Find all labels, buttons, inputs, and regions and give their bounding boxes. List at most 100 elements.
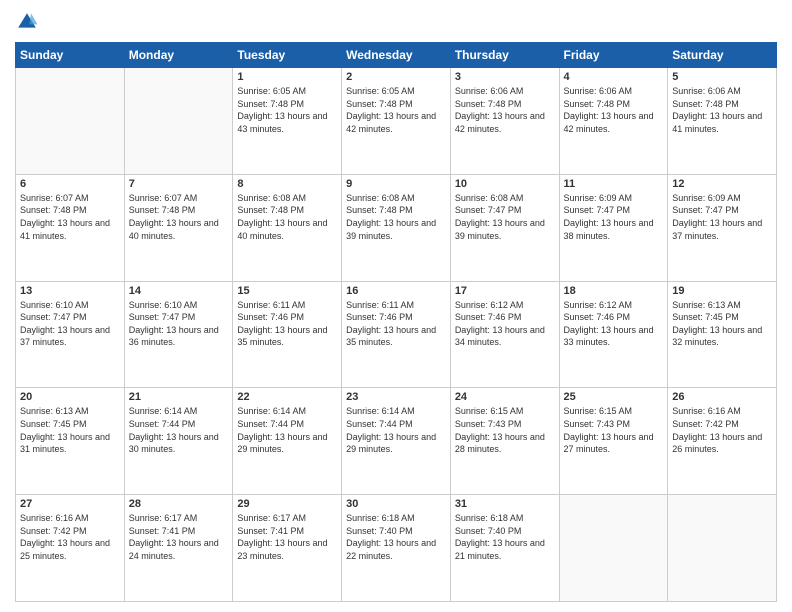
day-info: Sunrise: 6:17 AM Sunset: 7:41 PM Dayligh… bbox=[129, 512, 229, 562]
calendar-cell: 14Sunrise: 6:10 AM Sunset: 7:47 PM Dayli… bbox=[124, 281, 233, 388]
day-number: 8 bbox=[237, 178, 337, 190]
calendar-cell: 31 Sunrise: 6:18 AM Sunset: 7:40 PM Dayli… bbox=[450, 495, 559, 602]
day-info: Sunrise: 6:07 AM Sunset: 7:48 PM Dayligh… bbox=[20, 192, 120, 242]
day-info: Sunrise: 6:09 AM Sunset: 7:47 PM Dayligh… bbox=[564, 192, 664, 242]
day-info: Sunrise: 6:05 AM Sunset: 7:48 PM Dayligh… bbox=[346, 85, 446, 135]
calendar-cell: 22 Sunrise: 6:14 AM Sunset: 7:44 PM Dayli… bbox=[233, 388, 342, 495]
calendar-cell: 9Sunrise: 6:08 AM Sunset: 7:48 PM Daylig… bbox=[342, 174, 451, 281]
calendar-cell: 28 Sunrise: 6:17 AM Sunset: 7:41 PM Dayli… bbox=[124, 495, 233, 602]
day-number: 11 bbox=[564, 178, 664, 190]
calendar-cell: 4 Sunrise: 6:06 AM Sunset: 7:48 PM Daylig… bbox=[559, 68, 668, 175]
logo bbox=[15, 10, 43, 34]
day-info: Sunrise: 6:13 AM Sunset: 7:45 PM Dayligh… bbox=[20, 405, 120, 455]
day-number: 18 bbox=[564, 285, 664, 297]
day-info: Sunrise: 6:15 AM Sunset: 7:43 PM Dayligh… bbox=[564, 405, 664, 455]
day-info: Sunrise: 6:05 AM Sunset: 7:48 PM Dayligh… bbox=[237, 85, 337, 135]
calendar-cell: 17 Sunrise: 6:12 AM Sunset: 7:46 PM Dayli… bbox=[450, 281, 559, 388]
day-number: 12 bbox=[672, 178, 772, 190]
day-info: Sunrise: 6:14 AM Sunset: 7:44 PM Dayligh… bbox=[237, 405, 337, 455]
calendar-cell: 19Sunrise: 6:13 AM Sunset: 7:45 PM Dayli… bbox=[668, 281, 777, 388]
day-number: 28 bbox=[129, 498, 229, 510]
logo-icon bbox=[15, 10, 39, 34]
day-number: 27 bbox=[20, 498, 120, 510]
day-info: Sunrise: 6:06 AM Sunset: 7:48 PM Dayligh… bbox=[672, 85, 772, 135]
calendar-header-row: SundayMondayTuesdayWednesdayThursdayFrid… bbox=[16, 43, 777, 68]
calendar-cell: 3Sunrise: 6:06 AM Sunset: 7:48 PM Daylig… bbox=[450, 68, 559, 175]
day-number: 30 bbox=[346, 498, 446, 510]
day-number: 1 bbox=[237, 71, 337, 83]
calendar-cell: 24 Sunrise: 6:15 AM Sunset: 7:43 PM Dayli… bbox=[450, 388, 559, 495]
calendar-cell: 23 Sunrise: 6:14 AM Sunset: 7:44 PM Dayli… bbox=[342, 388, 451, 495]
day-info: Sunrise: 6:16 AM Sunset: 7:42 PM Dayligh… bbox=[672, 405, 772, 455]
day-info: Sunrise: 6:18 AM Sunset: 7:40 PM Dayligh… bbox=[455, 512, 555, 562]
calendar-cell: 29 Sunrise: 6:17 AM Sunset: 7:41 PM Dayli… bbox=[233, 495, 342, 602]
day-number: 4 bbox=[564, 71, 664, 83]
calendar-week-row: 1 Sunrise: 6:05 AM Sunset: 7:48 PM Daylig… bbox=[16, 68, 777, 175]
day-info: Sunrise: 6:06 AM Sunset: 7:48 PM Dayligh… bbox=[564, 85, 664, 135]
day-number: 23 bbox=[346, 391, 446, 403]
day-info: Sunrise: 6:07 AM Sunset: 7:48 PM Dayligh… bbox=[129, 192, 229, 242]
calendar-header-cell: Wednesday bbox=[342, 43, 451, 68]
calendar-header-cell: Tuesday bbox=[233, 43, 342, 68]
day-number: 16 bbox=[346, 285, 446, 297]
calendar-table: SundayMondayTuesdayWednesdayThursdayFrid… bbox=[15, 42, 777, 602]
calendar-cell: 21 Sunrise: 6:14 AM Sunset: 7:44 PM Dayli… bbox=[124, 388, 233, 495]
day-number: 20 bbox=[20, 391, 120, 403]
day-info: Sunrise: 6:14 AM Sunset: 7:44 PM Dayligh… bbox=[346, 405, 446, 455]
page: SundayMondayTuesdayWednesdayThursdayFrid… bbox=[0, 0, 792, 612]
calendar-cell: 26 Sunrise: 6:16 AM Sunset: 7:42 PM Dayli… bbox=[668, 388, 777, 495]
day-number: 26 bbox=[672, 391, 772, 403]
calendar-cell: 25 Sunrise: 6:15 AM Sunset: 7:43 PM Dayli… bbox=[559, 388, 668, 495]
calendar-cell: 27 Sunrise: 6:16 AM Sunset: 7:42 PM Dayli… bbox=[16, 495, 125, 602]
day-info: Sunrise: 6:11 AM Sunset: 7:46 PM Dayligh… bbox=[346, 299, 446, 349]
calendar-header-cell: Monday bbox=[124, 43, 233, 68]
calendar-cell bbox=[16, 68, 125, 175]
calendar-week-row: 27 Sunrise: 6:16 AM Sunset: 7:42 PM Dayli… bbox=[16, 495, 777, 602]
day-number: 7 bbox=[129, 178, 229, 190]
calendar-week-row: 6 Sunrise: 6:07 AM Sunset: 7:48 PM Daylig… bbox=[16, 174, 777, 281]
calendar-header-cell: Sunday bbox=[16, 43, 125, 68]
calendar-header-cell: Saturday bbox=[668, 43, 777, 68]
day-number: 22 bbox=[237, 391, 337, 403]
day-number: 24 bbox=[455, 391, 555, 403]
calendar-week-row: 20 Sunrise: 6:13 AM Sunset: 7:45 PM Dayli… bbox=[16, 388, 777, 495]
day-number: 15 bbox=[237, 285, 337, 297]
calendar-cell: 13Sunrise: 6:10 AM Sunset: 7:47 PM Dayli… bbox=[16, 281, 125, 388]
day-info: Sunrise: 6:17 AM Sunset: 7:41 PM Dayligh… bbox=[237, 512, 337, 562]
day-info: Sunrise: 6:15 AM Sunset: 7:43 PM Dayligh… bbox=[455, 405, 555, 455]
calendar-header-cell: Friday bbox=[559, 43, 668, 68]
calendar-week-row: 13Sunrise: 6:10 AM Sunset: 7:47 PM Dayli… bbox=[16, 281, 777, 388]
calendar-cell: 10Sunrise: 6:08 AM Sunset: 7:47 PM Dayli… bbox=[450, 174, 559, 281]
calendar-cell bbox=[559, 495, 668, 602]
day-info: Sunrise: 6:08 AM Sunset: 7:48 PM Dayligh… bbox=[237, 192, 337, 242]
day-number: 25 bbox=[564, 391, 664, 403]
day-number: 21 bbox=[129, 391, 229, 403]
day-number: 14 bbox=[129, 285, 229, 297]
day-info: Sunrise: 6:11 AM Sunset: 7:46 PM Dayligh… bbox=[237, 299, 337, 349]
day-info: Sunrise: 6:06 AM Sunset: 7:48 PM Dayligh… bbox=[455, 85, 555, 135]
day-number: 17 bbox=[455, 285, 555, 297]
calendar-cell: 1 Sunrise: 6:05 AM Sunset: 7:48 PM Daylig… bbox=[233, 68, 342, 175]
day-info: Sunrise: 6:14 AM Sunset: 7:44 PM Dayligh… bbox=[129, 405, 229, 455]
calendar-cell: 12 Sunrise: 6:09 AM Sunset: 7:47 PM Dayli… bbox=[668, 174, 777, 281]
day-info: Sunrise: 6:16 AM Sunset: 7:42 PM Dayligh… bbox=[20, 512, 120, 562]
day-number: 29 bbox=[237, 498, 337, 510]
day-number: 5 bbox=[672, 71, 772, 83]
day-number: 10 bbox=[455, 178, 555, 190]
day-number: 2 bbox=[346, 71, 446, 83]
day-info: Sunrise: 6:12 AM Sunset: 7:46 PM Dayligh… bbox=[564, 299, 664, 349]
calendar-cell: 15 Sunrise: 6:11 AM Sunset: 7:46 PM Dayli… bbox=[233, 281, 342, 388]
calendar-cell: 7 Sunrise: 6:07 AM Sunset: 7:48 PM Daylig… bbox=[124, 174, 233, 281]
day-number: 19 bbox=[672, 285, 772, 297]
day-number: 31 bbox=[455, 498, 555, 510]
calendar-header-cell: Thursday bbox=[450, 43, 559, 68]
calendar-cell bbox=[668, 495, 777, 602]
calendar-cell: 18 Sunrise: 6:12 AM Sunset: 7:46 PM Dayli… bbox=[559, 281, 668, 388]
day-info: Sunrise: 6:12 AM Sunset: 7:46 PM Dayligh… bbox=[455, 299, 555, 349]
calendar-cell: 6 Sunrise: 6:07 AM Sunset: 7:48 PM Daylig… bbox=[16, 174, 125, 281]
calendar-cell bbox=[124, 68, 233, 175]
day-info: Sunrise: 6:08 AM Sunset: 7:48 PM Dayligh… bbox=[346, 192, 446, 242]
day-info: Sunrise: 6:09 AM Sunset: 7:47 PM Dayligh… bbox=[672, 192, 772, 242]
day-number: 6 bbox=[20, 178, 120, 190]
calendar-cell: 16 Sunrise: 6:11 AM Sunset: 7:46 PM Dayli… bbox=[342, 281, 451, 388]
